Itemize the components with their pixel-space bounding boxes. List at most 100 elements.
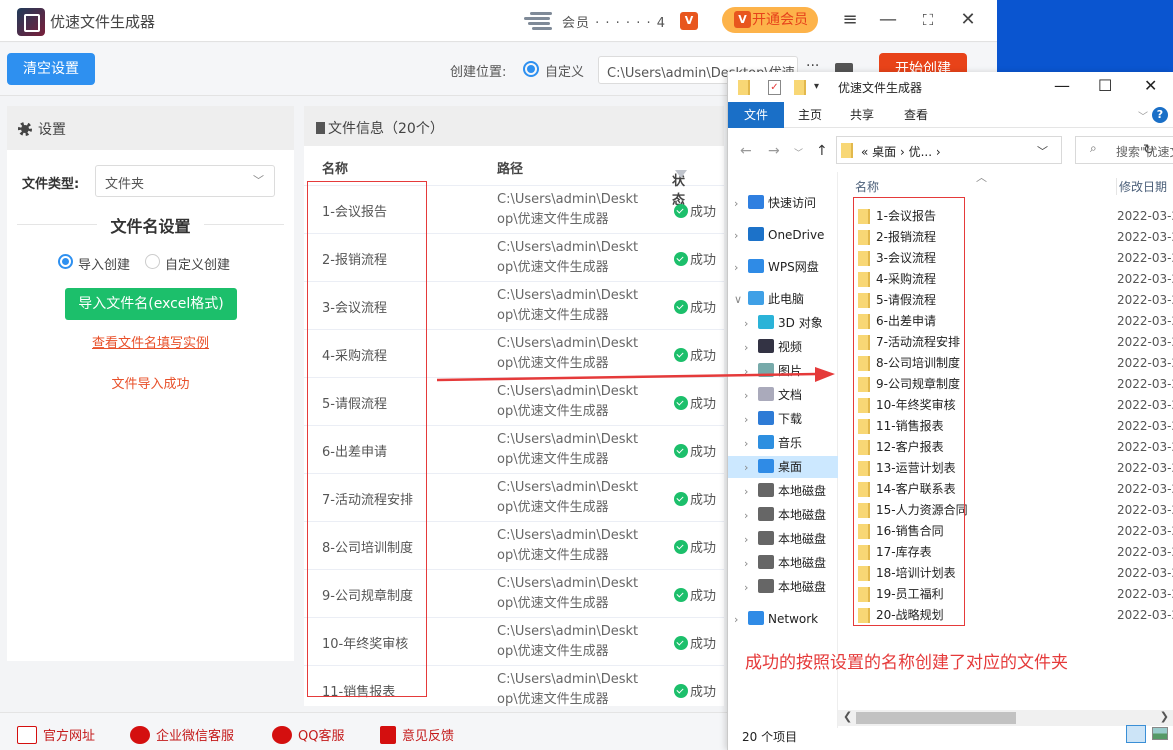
tree-item[interactable]: › Network (728, 608, 818, 630)
chevron-right-icon[interactable]: › (744, 505, 758, 527)
search-input[interactable]: ⌕ 搜索"优速文 (1075, 136, 1173, 164)
row-status: 成功 (674, 681, 716, 700)
folder-date: 2022-03-2 (1117, 608, 1173, 622)
minimize-button[interactable]: — (876, 8, 900, 32)
tree-item[interactable]: › 本地磁盘 (728, 504, 826, 526)
address-bar[interactable]: « 桌面 › 优... › ﹀ ↻ (836, 136, 1155, 164)
row-status-label: 成功 (690, 541, 717, 556)
tree-item[interactable]: ∨ 此电脑 (728, 288, 804, 310)
ribbon-tab-home[interactable]: 主页 (798, 102, 822, 128)
close-button[interactable]: ✕ (956, 8, 980, 32)
computer-icon (748, 291, 764, 305)
folder-icon (738, 80, 750, 95)
tree-item-label: 本地磁盘 (778, 556, 827, 570)
chevron-right-icon[interactable]: › (734, 225, 748, 247)
horizontal-scrollbar[interactable]: ❮ ❯ (838, 710, 1173, 726)
new-folder-icon[interactable] (794, 80, 806, 95)
explorer-close-button[interactable]: ✕ (1144, 76, 1157, 95)
details-view-button[interactable] (1126, 725, 1146, 743)
row-path: C:\Users\admin\Deskt op\优速文件生成器 (497, 574, 647, 614)
chevron-right-icon[interactable]: › (744, 529, 758, 551)
chevron-right-icon[interactable]: › (744, 481, 758, 503)
gear-icon (18, 122, 32, 136)
tree-item[interactable]: › 本地磁盘 (728, 528, 826, 550)
row-status-label: 成功 (690, 637, 717, 652)
tree-item[interactable]: › 本地磁盘 (728, 480, 826, 502)
tree-item[interactable]: › 下载 (728, 408, 802, 430)
film-icon (758, 339, 774, 353)
filter-icon[interactable] (675, 170, 687, 178)
open-vip-button[interactable]: V 开通会员 (722, 7, 818, 33)
tree-item[interactable]: › 桌面 (728, 456, 838, 478)
navigation-bar: ← → ﹀ ↑ « 桌面 › 优... › ﹀ ↻ ⌕ 搜索"优速文 (728, 128, 1173, 172)
ribbon-tab-view[interactable]: 查看 (904, 102, 928, 128)
tree-item[interactable]: › 文档 (728, 384, 802, 406)
import-filenames-button[interactable]: 导入文件名(excel格式) (65, 288, 237, 320)
column-header-name[interactable]: 名称 (855, 178, 879, 195)
tree-item-label: 3D 对象 (778, 316, 823, 330)
large-icons-view-button[interactable] (1152, 727, 1168, 740)
chevron-right-icon[interactable]: › (734, 609, 748, 631)
row-path-line2: op\优速文件生成器 (497, 692, 609, 706)
file-type-select[interactable]: 文件夹 ﹀ (95, 165, 275, 197)
import-create-radio[interactable] (58, 254, 73, 269)
scroll-right-icon[interactable]: ❯ (1160, 710, 1169, 723)
success-icon (674, 636, 688, 650)
website-link[interactable]: 官方网址 (17, 725, 95, 744)
tree-item[interactable]: › 快速访问 (728, 192, 816, 214)
chevron-right-icon[interactable]: › (744, 337, 758, 359)
custom-create-radio[interactable] (145, 254, 160, 269)
chevron-right-icon[interactable]: › (734, 257, 748, 279)
tree-item[interactable]: › WPS网盘 (728, 256, 819, 278)
tree-item[interactable]: › 音乐 (728, 432, 802, 454)
column-header-date[interactable]: 修改日期 (1116, 178, 1167, 195)
scroll-left-icon[interactable]: ❮ (843, 710, 852, 723)
folder-icon (841, 143, 853, 158)
qq-support-link[interactable]: QQ客服 (272, 725, 344, 744)
view-example-link[interactable]: 查看文件名填写实例 (7, 332, 294, 351)
recent-locations-icon[interactable]: ﹀ (794, 146, 803, 159)
document-icon (316, 122, 325, 134)
customize-toolbar-icon[interactable]: ▾ (814, 81, 819, 92)
feedback-link[interactable]: 意见反馈 (380, 725, 454, 744)
folder-date: 2022-03-2 (1117, 440, 1173, 454)
chevron-right-icon[interactable]: › (744, 457, 758, 479)
menu-icon[interactable]: ≡ (838, 8, 862, 32)
row-path: C:\Users\admin\Deskt op\优速文件生成器 (497, 622, 647, 662)
maximize-button[interactable]: ⛶ (916, 8, 940, 32)
chevron-right-icon[interactable]: › (744, 577, 758, 599)
tree-item[interactable]: › 本地磁盘 (728, 552, 826, 574)
chevron-right-icon[interactable]: › (744, 433, 758, 455)
ribbon-tab-file[interactable]: 文件 (728, 102, 784, 128)
tree-item[interactable]: › 本地磁盘 (728, 576, 826, 598)
ribbon-tab-share[interactable]: 共享 (850, 102, 874, 128)
clear-settings-button[interactable]: 清空设置 (7, 53, 95, 85)
up-button[interactable]: ↑ (816, 143, 828, 159)
row-path: C:\Users\admin\Deskt op\优速文件生成器 (497, 670, 647, 706)
tree-item[interactable]: › 视频 (728, 336, 802, 358)
address-dropdown-icon[interactable]: ﹀ (1037, 143, 1048, 159)
wechat-support-link[interactable]: 企业微信客服 (130, 725, 234, 744)
explorer-maximize-button[interactable]: ☐ (1098, 76, 1112, 95)
tree-item[interactable]: › OneDrive (728, 224, 824, 246)
expand-ribbon-icon[interactable]: ﹀ (1138, 108, 1148, 123)
tree-item[interactable]: › 3D 对象 (728, 312, 823, 334)
forward-button[interactable]: → (768, 143, 780, 159)
properties-icon[interactable]: ✓ (768, 80, 781, 95)
chevron-right-icon[interactable]: › (744, 409, 758, 431)
row-path-line1: C:\Users\admin\Deskt (497, 384, 639, 399)
chevron-right-icon[interactable]: › (744, 313, 758, 335)
folder-date: 2022-03-2 (1117, 503, 1173, 517)
location-custom-radio[interactable] (523, 61, 539, 77)
back-button[interactable]: ← (740, 143, 752, 159)
help-icon[interactable]: ? (1152, 107, 1168, 123)
chevron-right-icon[interactable]: › (734, 193, 748, 215)
chevron-right-icon[interactable]: › (744, 553, 758, 575)
tree-item-label: 视频 (778, 340, 803, 354)
scrollbar-thumb[interactable] (856, 712, 1016, 724)
chevron-right-icon[interactable]: › (744, 385, 758, 407)
wechat-label: 企业微信客服 (156, 729, 235, 744)
row-status: 成功 (674, 441, 716, 460)
chevron-down-icon[interactable]: ∨ (734, 289, 748, 311)
explorer-minimize-button[interactable]: — (1054, 76, 1070, 95)
